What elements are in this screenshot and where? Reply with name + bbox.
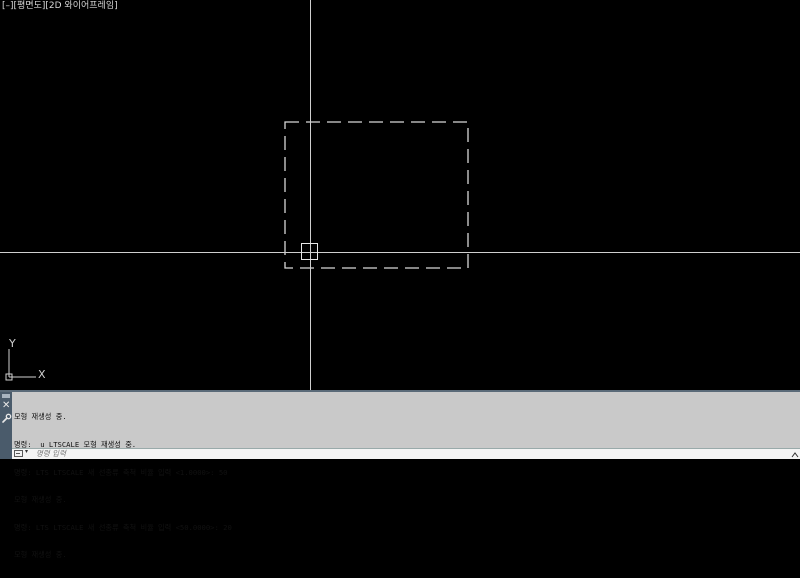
drawing-canvas	[284, 121, 469, 269]
history-line: 명령: LTS LTSCALE 새 선종류 축척 비율 입력 <50.0000>…	[14, 522, 232, 532]
command-prompt-icon[interactable]	[14, 450, 23, 457]
close-icon[interactable]: ✕	[2, 401, 10, 411]
chevron-down-icon[interactable]: ▾	[25, 448, 28, 455]
command-input-bar: ▾	[12, 448, 800, 459]
drawing-viewport[interactable]: [–][평면도][2D 와이어프레임] X Y	[0, 0, 800, 390]
crosshair-vertical	[310, 0, 311, 390]
grip-handle-icon[interactable]	[2, 394, 10, 398]
command-input[interactable]	[36, 448, 776, 458]
wrench-icon[interactable]	[1, 413, 12, 424]
command-line-grip[interactable]: ✕	[0, 392, 12, 459]
history-line: 명령: LTS LTSCALE 새 선종류 축척 비율 입력 <1.0000>:…	[14, 467, 228, 477]
command-history: 모형 재생성 중. 명령: _u LTSCALE 모형 재생성 중. 명령: L…	[14, 394, 800, 578]
chevron-up-icon[interactable]	[791, 451, 799, 459]
command-line-panel: ✕ 모형 재생성 중. 명령: _u LTSCALE 모형 재생성 중. 명령:…	[0, 390, 800, 559]
cursor-pickbox	[301, 243, 318, 260]
crosshair-horizontal	[0, 252, 800, 253]
history-line: 모형 재생성 중.	[14, 550, 67, 560]
history-line: 모형 재생성 중.	[14, 412, 67, 422]
history-line: 모형 재생성 중.	[14, 495, 67, 505]
